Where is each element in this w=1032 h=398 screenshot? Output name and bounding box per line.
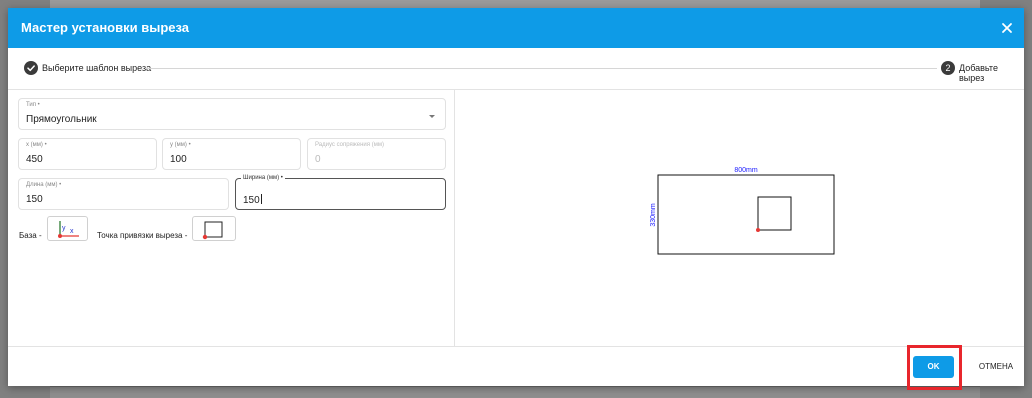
dialog-title: Мастер установки выреза — [21, 20, 190, 35]
step-1-label[interactable]: Выберите шаблон выреза — [42, 63, 151, 73]
cutout-preview: 800mm 330mm — [650, 167, 835, 255]
close-icon[interactable] — [1000, 21, 1014, 35]
cancel-button[interactable]: ОТМЕНА — [974, 356, 1018, 378]
type-value: Прямоугольник — [26, 114, 97, 125]
type-label: Тип • — [26, 102, 40, 108]
radius-value: 0 — [315, 154, 321, 165]
width-value-text: 150 — [243, 195, 260, 206]
footer-divider — [8, 346, 1024, 347]
length-label: Длина (мм) • — [26, 182, 62, 188]
step-2-label: Добавьте вырез — [959, 63, 998, 83]
length-value: 150 — [26, 194, 43, 205]
base-origin-button[interactable]: y x — [47, 216, 88, 241]
panel-height-label: 330mm — [650, 203, 657, 227]
x-field[interactable]: x (мм) • 450 — [18, 138, 157, 170]
y-field[interactable]: y (мм) • 100 — [162, 138, 301, 170]
width-value: 150 — [243, 194, 262, 206]
radius-field: Радиус сопряжения (мм) 0 — [307, 138, 446, 170]
type-select[interactable]: Тип • Прямоугольник — [18, 98, 446, 130]
ok-button-highlight — [907, 345, 962, 390]
dialog-header: Мастер установки выреза — [8, 8, 1024, 48]
width-field[interactable]: Ширина (мм) • 150 — [235, 175, 446, 210]
anchor-point-button[interactable] — [192, 216, 236, 241]
background-window-edge — [50, 386, 980, 398]
chevron-down-icon[interactable] — [429, 115, 435, 118]
cutout-anchor-point — [756, 228, 760, 232]
axis-origin-icon: y x — [58, 221, 79, 238]
y-label: y (мм) • — [170, 142, 191, 148]
background-window-edge — [50, 0, 980, 8]
wizard-stepper: Выберите шаблон выреза 2 Добавьте вырез — [8, 56, 1024, 83]
radius-label: Радиус сопряжения (мм) — [315, 142, 384, 148]
y-value: 100 — [170, 154, 187, 165]
stepper-connector — [145, 68, 937, 69]
axis-y-label: y — [62, 225, 66, 232]
x-label: x (мм) • — [26, 142, 47, 148]
anchor-point-label: Точка привязки выреза - — [97, 231, 188, 240]
length-field[interactable]: Длина (мм) • 150 — [18, 178, 229, 210]
text-cursor — [260, 194, 262, 204]
panel-width-label: 800mm — [734, 167, 758, 174]
axis-x-label: x — [70, 228, 74, 235]
panel-outline — [657, 174, 835, 255]
check-icon[interactable] — [24, 61, 38, 75]
anchor-point-icon — [202, 221, 223, 240]
base-label: База - — [19, 231, 42, 240]
x-value: 450 — [26, 154, 43, 165]
cutout-wizard-dialog: Мастер установки выреза Выберите шаблон … — [8, 8, 1024, 390]
step-2-number: 2 — [941, 61, 955, 75]
width-label: Ширина (мм) • — [241, 175, 285, 181]
